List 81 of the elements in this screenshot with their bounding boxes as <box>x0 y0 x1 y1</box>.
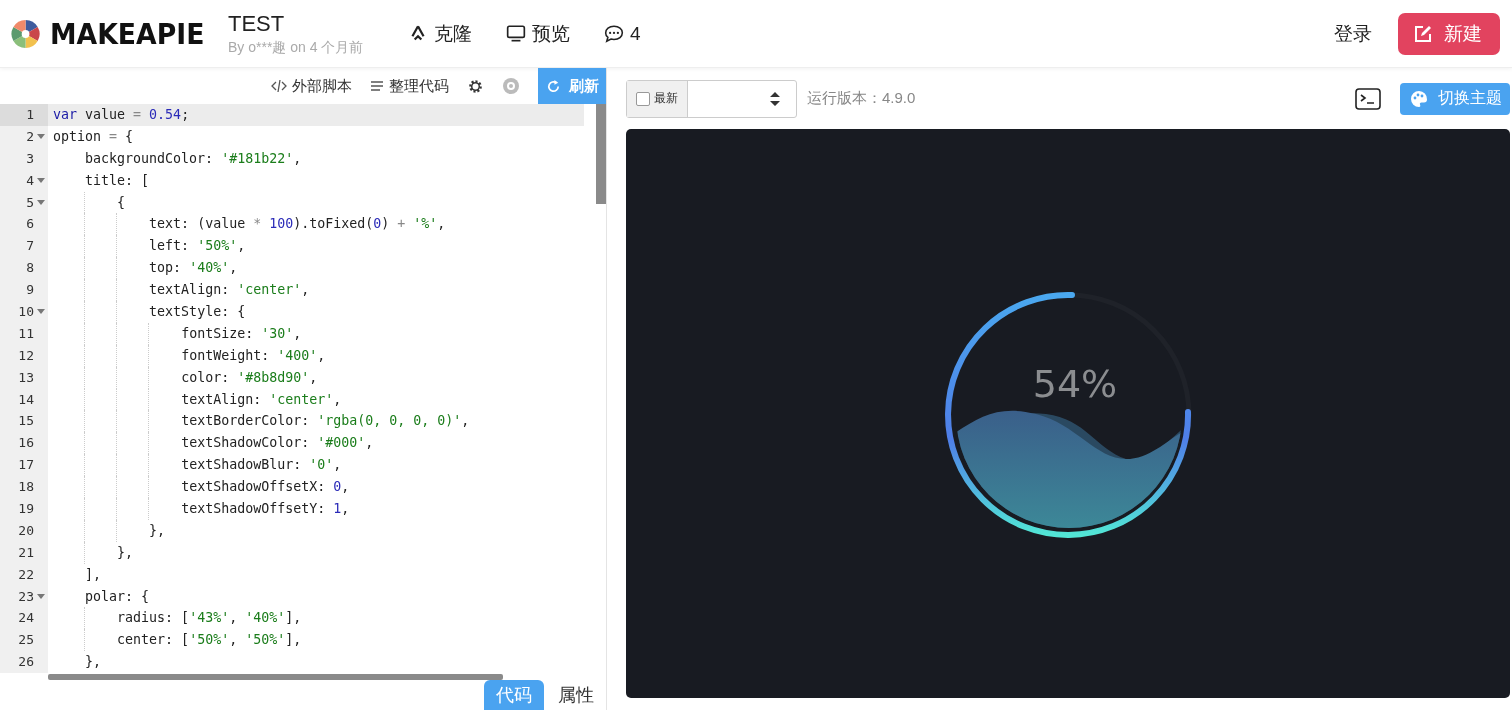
code-line: textShadowOffsetY: 1, <box>48 498 584 520</box>
line-number: 2 <box>26 127 34 146</box>
runtime-version: 运行版本：4.9.0 <box>807 89 916 108</box>
line-number: 7 <box>26 237 34 256</box>
terminal-icon[interactable] <box>1355 87 1381 110</box>
format-code-link[interactable]: 整理代码 <box>370 76 449 96</box>
code-line: }, <box>48 541 584 564</box>
create-button[interactable]: 新建 <box>1398 12 1500 55</box>
code-line: { <box>48 191 584 214</box>
line-number: 23 <box>18 587 34 606</box>
project-title: TEST <box>228 10 286 37</box>
line-number: 19 <box>18 500 34 519</box>
horizontal-scrollbar[interactable] <box>48 674 503 680</box>
code-line: color: '#8b8d90', <box>48 366 584 389</box>
fold-arrow-icon[interactable] <box>34 134 48 140</box>
line-number: 13 <box>18 368 34 387</box>
code-line: textAlign: 'center', <box>48 279 584 301</box>
fold-arrow-icon[interactable] <box>34 178 48 184</box>
line-number: 16 <box>18 434 34 453</box>
code-line: title: [ <box>84 171 151 190</box>
line-number: 17 <box>18 456 34 475</box>
line-number: 21 <box>18 543 34 562</box>
code-line: textStyle: { <box>48 301 584 323</box>
code-line: textAlign: 'center', <box>48 388 584 411</box>
code-line: text: (value * 100).toFixed(0) + '%', <box>48 213 584 236</box>
code-line: textShadowBlur: '0', <box>48 454 584 477</box>
edit-icon <box>1414 24 1432 43</box>
line-number: 26 <box>18 653 34 672</box>
line-number: 5 <box>26 193 34 212</box>
preview-link[interactable]: 预览 <box>506 20 570 47</box>
author-byline: By o***趣 on 4 个月前 <box>228 38 365 57</box>
vertical-scrollbar[interactable] <box>596 104 606 204</box>
fold-arrow-icon[interactable] <box>34 200 48 205</box>
line-number: 1 <box>26 106 34 124</box>
monitor-icon <box>506 23 526 44</box>
fold-arrow-icon[interactable] <box>34 594 48 600</box>
code-line: center: ['50%', '50%'], <box>48 629 584 652</box>
line-number: 25 <box>18 631 34 650</box>
line-number: 10 <box>18 303 34 321</box>
code-line: backgroundColor: '#181b22', <box>84 149 303 168</box>
gauge-value: 54% <box>1032 362 1118 406</box>
external-scripts-link[interactable]: 外部脚本 <box>271 76 352 96</box>
refresh-icon <box>546 78 561 94</box>
editor-tab[interactable]: 属性 <box>546 680 606 710</box>
code-line: polar: { <box>84 587 151 606</box>
line-number: 15 <box>18 412 34 431</box>
line-number: 18 <box>18 478 34 497</box>
line-number: 9 <box>26 281 34 300</box>
line-number: 24 <box>18 609 34 628</box>
code-line: textBorderColor: 'rgba(0, 0, 0, 0)', <box>48 410 584 433</box>
line-number: 12 <box>18 346 34 365</box>
toggle-icon[interactable] <box>502 77 520 95</box>
chat-bubble-icon <box>604 23 624 44</box>
fold-arrow-icon[interactable] <box>34 309 48 315</box>
line-number: 8 <box>26 259 34 278</box>
line-number: 3 <box>26 149 34 168</box>
code-line: fontWeight: '400', <box>48 344 584 367</box>
lines-icon <box>370 80 384 92</box>
code-line: left: '50%', <box>48 235 584 258</box>
line-number: 4 <box>26 171 34 190</box>
code-line: textShadowColor: '#000', <box>48 432 584 455</box>
clone-link[interactable]: 克隆 <box>408 20 472 47</box>
code-line: option = { <box>52 127 135 146</box>
line-number: 6 <box>26 215 34 234</box>
line-number: 20 <box>18 521 34 540</box>
code-line: ], <box>84 565 103 584</box>
line-number: 11 <box>18 324 34 343</box>
palette-icon <box>1410 89 1428 108</box>
line-number: 14 <box>18 390 34 409</box>
line-number: 22 <box>18 565 34 584</box>
login-link[interactable]: 登录 <box>1334 20 1372 47</box>
code-line: }, <box>48 519 584 542</box>
code-icon <box>271 79 287 93</box>
comments-link[interactable]: 4 <box>604 22 641 45</box>
code-line: }, <box>84 653 103 672</box>
code-line: radius: ['43%', '40%'], <box>48 607 584 630</box>
settings-icon[interactable] <box>467 77 484 95</box>
logo-text[interactable]: MAKEAPIE <box>50 16 205 51</box>
code-line: textShadowOffsetX: 0, <box>48 476 584 499</box>
code-line: top: '40%', <box>48 257 584 280</box>
code-line: fontSize: '30', <box>48 322 584 345</box>
